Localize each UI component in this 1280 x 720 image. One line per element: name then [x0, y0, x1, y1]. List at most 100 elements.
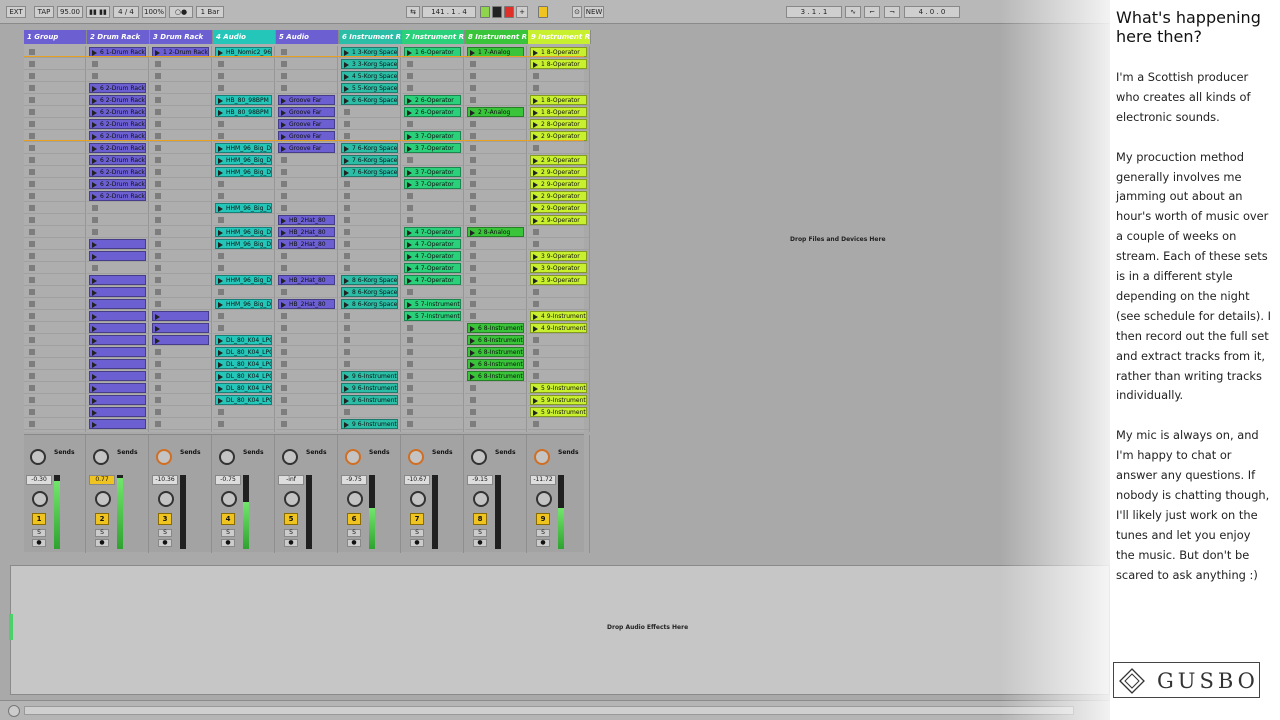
stop-button-icon[interactable]	[281, 61, 287, 67]
loop-start-field[interactable]: 3 . 1 . 1	[786, 6, 842, 18]
solo-button[interactable]: S	[410, 529, 424, 537]
stop-button-icon[interactable]	[218, 133, 224, 139]
clip-slot[interactable]	[528, 358, 589, 370]
clip[interactable]	[89, 299, 146, 309]
clip-slot[interactable]	[339, 238, 400, 250]
clip[interactable]: 6 2-Drum Rack	[89, 179, 146, 189]
clip-slot[interactable]	[87, 406, 148, 418]
clip-slot[interactable]	[24, 370, 85, 382]
clip-slot[interactable]: 5 5-Korg Space	[339, 82, 400, 94]
clip-slot[interactable]	[150, 238, 211, 250]
clip-slot[interactable]	[402, 322, 463, 334]
clip-slot[interactable]: 6 6-Korg Space	[339, 94, 400, 106]
clip[interactable]: 5 7-Instrument R	[404, 311, 461, 321]
clip-slot[interactable]: 2 7-Analog	[465, 106, 526, 118]
clip-slot[interactable]: Groove Far	[276, 118, 337, 130]
stop-button-icon[interactable]	[218, 289, 224, 295]
clip-slot[interactable]	[24, 238, 85, 250]
clip[interactable]: 8 6-Korg Space	[341, 287, 398, 297]
clip[interactable]: 2 9-Operator	[530, 167, 587, 177]
stop-button-icon[interactable]	[155, 265, 161, 271]
clip-slot[interactable]	[339, 358, 400, 370]
clip-slot[interactable]	[465, 94, 526, 106]
stop-button-icon[interactable]	[407, 217, 413, 223]
clip-slot[interactable]: 3 7-Operator	[402, 142, 463, 154]
clip-slot[interactable]: HB_2Hat_80	[276, 214, 337, 226]
stop-button-icon[interactable]	[344, 121, 350, 127]
stop-button-icon[interactable]	[281, 157, 287, 163]
stop-button-icon[interactable]	[218, 253, 224, 259]
send-knob[interactable]	[93, 449, 109, 465]
clip-slot[interactable]	[150, 310, 211, 322]
clip-slot[interactable]	[150, 298, 211, 310]
stop-button-icon[interactable]	[29, 205, 35, 211]
stop-button-icon[interactable]	[155, 193, 161, 199]
volume-field[interactable]: -10.36	[152, 475, 178, 485]
pan-knob[interactable]	[473, 491, 489, 507]
clip-slot[interactable]	[465, 274, 526, 286]
clip-slot[interactable]	[24, 322, 85, 334]
clip-slot[interactable]	[213, 322, 274, 334]
clip-slot[interactable]	[465, 178, 526, 190]
clip-slot[interactable]: Groove Far	[276, 94, 337, 106]
clip-slot[interactable]	[528, 142, 589, 154]
stop-button-icon[interactable]	[407, 325, 413, 331]
info-toggle-icon[interactable]	[8, 705, 20, 717]
clip-slot[interactable]: 2 9-Operator	[528, 178, 589, 190]
clip-slot[interactable]	[150, 274, 211, 286]
track-header-1[interactable]: 1 Group	[24, 30, 87, 44]
clip[interactable]: 2 7-Analog	[467, 107, 524, 117]
clip[interactable]: HHM_96_Big_Di	[215, 155, 272, 165]
stop-button-icon[interactable]	[218, 325, 224, 331]
stop-button-icon[interactable]	[155, 301, 161, 307]
clip-slot[interactable]	[339, 406, 400, 418]
clip-slot[interactable]	[87, 346, 148, 358]
stop-button-icon[interactable]	[281, 193, 287, 199]
clip[interactable]: Groove Far	[278, 107, 335, 117]
clip-slot[interactable]: HB_80_98BPM	[213, 94, 274, 106]
stop-button-icon[interactable]	[344, 349, 350, 355]
clip-slot[interactable]	[402, 118, 463, 130]
clip-slot[interactable]: 6 8-Instrument R	[465, 334, 526, 346]
stop-button-icon[interactable]	[218, 421, 224, 427]
clip[interactable]	[89, 371, 146, 381]
stop-button-icon[interactable]	[155, 361, 161, 367]
clip-slot[interactable]	[24, 358, 85, 370]
clip[interactable]: 4 7-Operator	[404, 263, 461, 273]
stop-button-icon[interactable]	[344, 181, 350, 187]
clip-slot[interactable]: 2 6-Operator	[402, 94, 463, 106]
clip-slot[interactable]	[528, 298, 589, 310]
stop-button-icon[interactable]	[29, 373, 35, 379]
clip-slot[interactable]	[528, 418, 589, 430]
clip-slot[interactable]	[465, 214, 526, 226]
stop-button-icon[interactable]	[155, 169, 161, 175]
send-knob[interactable]	[471, 449, 487, 465]
stop-button-icon[interactable]	[407, 397, 413, 403]
send-knob[interactable]	[219, 449, 235, 465]
clip[interactable]: 2 8-Analog	[467, 227, 524, 237]
clip-slot[interactable]: 3 7-Operator	[402, 166, 463, 178]
stop-button-icon[interactable]	[344, 109, 350, 115]
clip-slot[interactable]: 4 7-Operator	[402, 238, 463, 250]
stop-button-icon[interactable]	[407, 121, 413, 127]
clip-slot[interactable]	[276, 346, 337, 358]
clip[interactable]: 5 7-Instrument R	[404, 299, 461, 309]
clip[interactable]	[89, 335, 146, 345]
clip-slot[interactable]	[213, 178, 274, 190]
clip-slot[interactable]	[150, 382, 211, 394]
clip-slot[interactable]: 2 8-Analog	[465, 226, 526, 238]
clip[interactable]: HB_2Hat_80	[278, 227, 335, 237]
clip-slot[interactable]: DL_80_K04_LPG	[213, 394, 274, 406]
stop-button-icon[interactable]	[218, 85, 224, 91]
stop-button-icon[interactable]	[470, 73, 476, 79]
clip-slot[interactable]	[24, 154, 85, 166]
clip-slot[interactable]	[24, 382, 85, 394]
stop-button-icon[interactable]	[533, 361, 539, 367]
stop-button-icon[interactable]	[281, 325, 287, 331]
clip-slot[interactable]	[24, 58, 85, 70]
clip-slot[interactable]: 3 7-Operator	[402, 178, 463, 190]
clip[interactable]: Groove Far	[278, 143, 335, 153]
clip-slot[interactable]	[465, 250, 526, 262]
clip[interactable]	[89, 347, 146, 357]
play-button[interactable]	[480, 6, 490, 18]
